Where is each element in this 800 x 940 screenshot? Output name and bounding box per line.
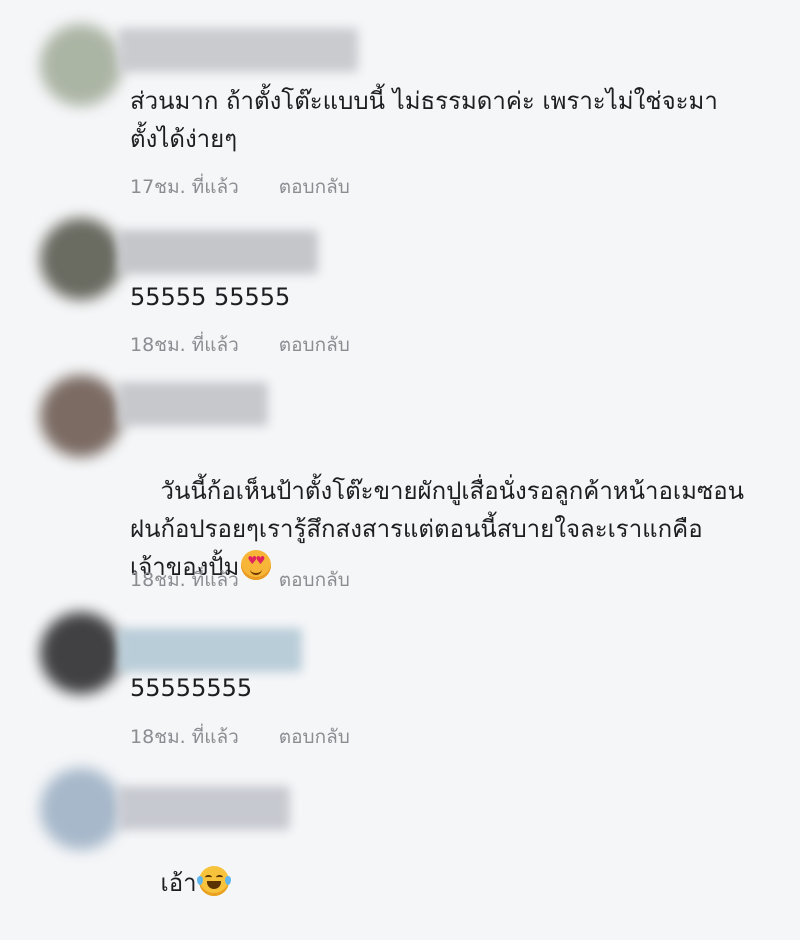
- commenter-name-blurred[interactable]: [118, 28, 358, 72]
- commenter-name-blurred[interactable]: [118, 382, 268, 426]
- comment-text-body: เอ้า: [160, 869, 197, 897]
- comment-meta: 18ชม. ที่แล้ว ตอบกลับ: [130, 565, 350, 595]
- tears-of-joy-icon: [196, 866, 231, 896]
- reply-button[interactable]: ตอบกลับ: [279, 330, 350, 360]
- comment-timestamp: 18ชม. ที่แล้ว: [130, 726, 239, 748]
- commenter-avatar[interactable]: [40, 612, 122, 694]
- commenter-avatar[interactable]: [40, 375, 122, 457]
- comment-meta: 17ชม. ที่แล้ว ตอบกลับ: [130, 172, 350, 202]
- reply-button[interactable]: ตอบกลับ: [279, 172, 350, 202]
- commenter-name-blurred[interactable]: [118, 628, 302, 672]
- comment-text: ส่วนมาก ถ้าตั้งโต๊ะแบบนี้ ไม่ธรรมดาค่ะ เ…: [130, 87, 718, 153]
- commenter-avatar[interactable]: [40, 24, 122, 106]
- comment-text: 55555555: [130, 674, 253, 702]
- commenter-avatar[interactable]: [40, 218, 122, 300]
- comment-meta: 18ชม. ที่แล้ว ตอบกลับ: [130, 722, 350, 752]
- commenter-avatar[interactable]: [40, 768, 122, 850]
- comment-text: วันนี้ก้อเห็นป้าตั้งโต๊ะขายผักปูเสื่อนั่…: [130, 434, 780, 624]
- comment-text: 55555 55555: [130, 283, 291, 311]
- comment-timestamp: 18ชม. ที่แล้ว: [130, 334, 239, 356]
- comment-timestamp: 17ชม. ที่แล้ว: [130, 176, 239, 198]
- commenter-name-blurred[interactable]: [118, 786, 290, 830]
- commenter-name-blurred[interactable]: [118, 230, 318, 274]
- reply-button[interactable]: ตอบกลับ: [279, 722, 350, 752]
- comment-timestamp: 18ชม. ที่แล้ว: [130, 569, 239, 591]
- comment-text: เอ้า: [130, 826, 780, 940]
- reply-button[interactable]: ตอบกลับ: [279, 565, 350, 595]
- comment-meta: 18ชม. ที่แล้ว ตอบกลับ: [130, 330, 350, 360]
